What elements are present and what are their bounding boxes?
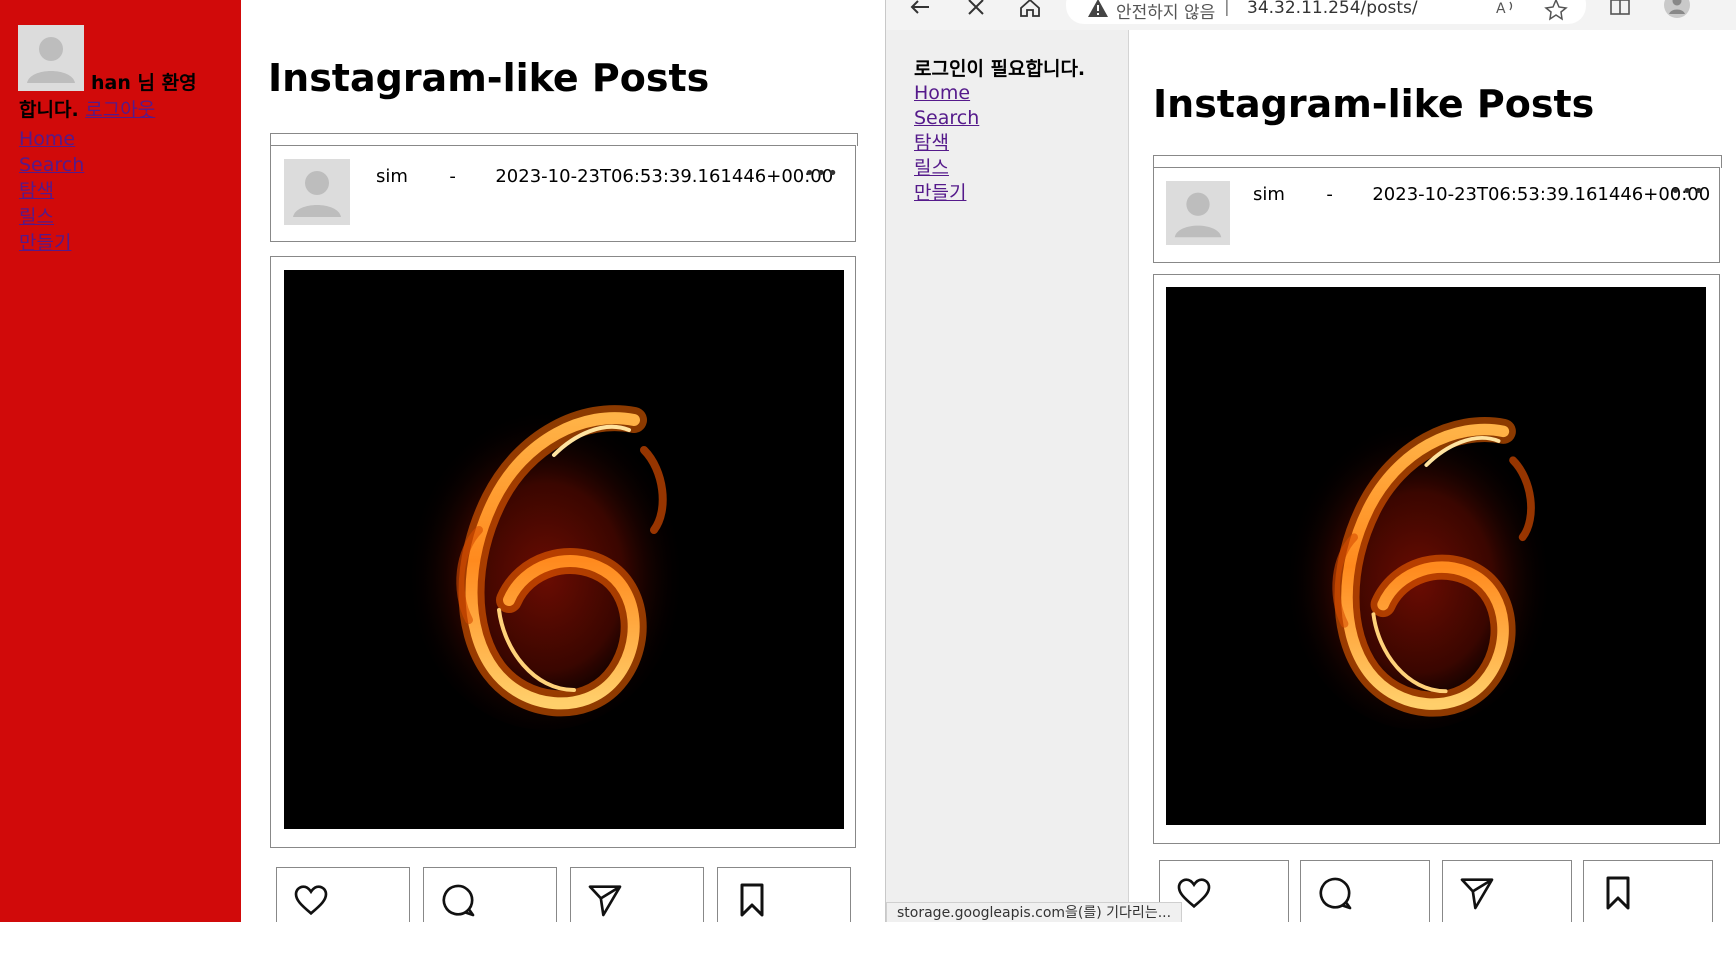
page-title: Instagram-like Posts <box>268 56 710 100</box>
share-button[interactable] <box>570 867 704 922</box>
home-icon <box>1020 0 1040 17</box>
bookmark-icon <box>740 883 764 917</box>
fire-six-image <box>284 270 844 829</box>
right-browser-window: 안전하지 않음 | 34.32.11.254/posts/ A 로그인이 필요합… <box>885 0 1736 922</box>
security-label[interactable]: 안전하지 않음 <box>1116 0 1215 23</box>
svg-text:A: A <box>1496 1 1506 17</box>
post-username[interactable]: sim <box>376 166 408 187</box>
like-button[interactable] <box>276 867 410 922</box>
send-icon <box>588 885 622 917</box>
comment-button[interactable] <box>1300 860 1430 922</box>
profile-icon <box>1664 0 1690 18</box>
left-browser-window: han 님 환영 합니다. 로그아웃 Home Search 탐색 릴스 만들기… <box>0 0 885 922</box>
close-icon <box>968 0 984 15</box>
profile-button[interactable] <box>1663 0 1691 22</box>
nav-create-link[interactable]: 만들기 <box>914 181 979 206</box>
sidebar: han 님 환영 합니다. 로그아웃 Home Search 탐색 릴스 만들기 <box>0 0 241 922</box>
post-meta: sim - 2023-10-23T06:53:39.161446+00:00 <box>1253 184 1710 205</box>
bookmark-icon <box>1606 876 1630 910</box>
post-header: sim - 2023-10-23T06:53:39.161446+00:00 •… <box>1153 167 1720 263</box>
nav-search-link[interactable]: Search <box>19 152 84 178</box>
status-bar: storage.googleapis.com을(를) 기다리는... <box>886 902 1183 922</box>
post-meta: sim - 2023-10-23T06:53:39.161446+00:00 <box>376 166 833 187</box>
post-image <box>1166 287 1706 825</box>
post-separator: - <box>1326 184 1333 205</box>
share-button[interactable] <box>1442 860 1572 922</box>
nav-home-link[interactable]: Home <box>914 81 979 106</box>
home-button[interactable] <box>1017 0 1045 22</box>
sidebar-nav: Home Search 탐색 릴스 만들기 <box>914 81 979 206</box>
split-screen-icon <box>1610 0 1630 15</box>
nav-explore-link[interactable]: 탐색 <box>914 131 979 156</box>
post-username[interactable]: sim <box>1253 184 1285 205</box>
comment-button[interactable] <box>423 867 557 922</box>
split-screen-button[interactable] <box>1607 0 1635 22</box>
comment-icon <box>442 884 475 917</box>
avatar-placeholder-icon <box>1174 192 1222 238</box>
address-separator: | <box>1224 0 1230 17</box>
nav-reels-link[interactable]: 릴스 <box>914 156 979 181</box>
post-author-avatar[interactable] <box>284 159 350 225</box>
url-text[interactable]: 34.32.11.254/posts/ <box>1247 0 1418 18</box>
post-image <box>284 270 844 829</box>
avatar-placeholder-icon <box>293 171 341 217</box>
nav-create-link[interactable]: 만들기 <box>19 230 84 256</box>
more-options-icon[interactable]: ••• <box>1670 181 1705 202</box>
send-icon <box>1460 878 1494 910</box>
post-image-frame <box>270 256 856 848</box>
post-timestamp: 2023-10-23T06:53:39.161446+00:00 <box>495 166 834 187</box>
nav-search-link[interactable]: Search <box>914 106 979 131</box>
nav-explore-link[interactable]: 탐색 <box>19 178 84 204</box>
read-aloud-icon: A <box>1496 1 1513 17</box>
back-button[interactable] <box>907 0 935 22</box>
post-timestamp: 2023-10-23T06:53:39.161446+00:00 <box>1372 184 1711 205</box>
more-options-icon[interactable]: ••• <box>804 163 839 184</box>
warning-icon[interactable] <box>1088 0 1108 17</box>
save-button[interactable] <box>717 867 851 922</box>
favorite-button[interactable] <box>1543 0 1571 22</box>
save-button[interactable] <box>1583 860 1713 922</box>
nav-home-link[interactable]: Home <box>19 126 84 152</box>
page-title: Instagram-like Posts <box>1153 82 1595 126</box>
comment-icon <box>1319 877 1352 910</box>
sidebar-nav: Home Search 탐색 릴스 만들기 <box>19 126 84 256</box>
stop-button[interactable] <box>963 0 991 22</box>
logout-link[interactable]: 로그아웃 <box>85 99 155 121</box>
sidebar: 로그인이 필요합니다. Home Search 탐색 릴스 만들기 <box>886 30 1129 922</box>
welcome-name: han 님 환영 <box>91 72 197 94</box>
back-arrow-icon <box>910 0 929 14</box>
star-icon <box>1544 0 1568 21</box>
browser-toolbar: 안전하지 않음 | 34.32.11.254/posts/ A <box>886 0 1736 30</box>
post-separator: - <box>449 166 456 187</box>
post-header: sim - 2023-10-23T06:53:39.161446+00:00 •… <box>270 145 856 242</box>
fire-six-image <box>1166 287 1706 825</box>
welcome-message: han 님 환영 합니다. 로그아웃 <box>19 70 234 124</box>
post-author-avatar[interactable] <box>1166 181 1230 245</box>
heart-icon <box>294 885 328 916</box>
read-aloud-button[interactable]: A <box>1494 0 1522 22</box>
post-image-frame <box>1153 274 1720 844</box>
welcome-rest: 합니다. <box>19 99 79 121</box>
nav-reels-link[interactable]: 릴스 <box>19 204 84 230</box>
login-required-message: 로그인이 필요합니다. <box>914 58 1086 80</box>
